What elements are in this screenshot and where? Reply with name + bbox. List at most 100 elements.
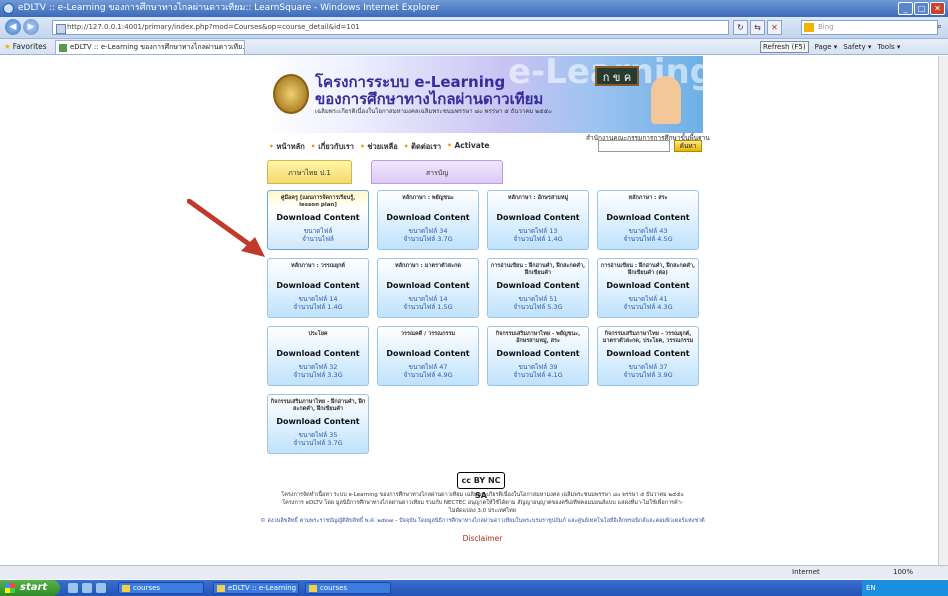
card-title: หลักภาษา : มาตราตัวสะกด: [395, 263, 461, 269]
card-file-count: จำนวนไฟล์ 4.1G: [513, 371, 563, 379]
maximize-button[interactable]: □: [914, 2, 929, 15]
nav-activate[interactable]: Activate: [447, 141, 489, 153]
download-content-button[interactable]: Download Content: [268, 212, 368, 223]
quick-launch-explorer-icon[interactable]: [96, 583, 106, 593]
security-zone: Internet: [792, 568, 820, 576]
card-file-count: จำนวนไฟล์ 3.7G: [403, 235, 453, 243]
page-menu[interactable]: Page ▾: [815, 39, 838, 55]
refresh-button[interactable]: Refresh (F5): [760, 41, 809, 53]
banner-tagline: เฉลิมพระเกียรติเนื่องในโอกาสมหามงคลเฉลิม…: [315, 108, 552, 115]
site-search-input[interactable]: [598, 140, 670, 152]
nav-home[interactable]: หน้าหลัก: [269, 141, 304, 153]
card-file-count: จำนวนไฟล์ 3.3G: [293, 371, 343, 379]
forward-button[interactable]: ▶: [23, 19, 39, 35]
course-card[interactable]: หลักภาษา : วรรณยุกต์ Download Content ขน…: [267, 258, 369, 318]
card-file-size: ขนาดไฟล์ 34: [408, 227, 448, 235]
close-button[interactable]: ✕: [930, 2, 945, 15]
student-image: [651, 76, 681, 124]
taskbar-item[interactable]: courses: [305, 582, 391, 594]
nav-contact[interactable]: ติดต่อเรา: [404, 141, 441, 153]
course-card[interactable]: หลักภาษา : พยัญชนะ Download Content ขนาด…: [377, 190, 479, 250]
course-card[interactable]: คู่มือครู [แผนการจัดการเรียนรู้, lesson …: [267, 190, 369, 250]
course-card[interactable]: ประโยค Download Content ขนาดไฟล์ 32 จำนว…: [267, 326, 369, 386]
compat-icon[interactable]: ⇆: [750, 20, 765, 35]
vertical-scrollbar[interactable]: [938, 56, 948, 565]
card-title: การอ่านเขียน : ฝึกอ่านคำ, ฝึกสะกดคำ, ฝึก…: [600, 263, 696, 276]
annotation-arrow-icon: [187, 199, 265, 257]
nav-about[interactable]: เกี่ยวกับเรา: [311, 141, 354, 153]
course-card[interactable]: หลักภาษา : อักษรสามหมู่ Download Content…: [487, 190, 589, 250]
download-content-button[interactable]: Download Content: [488, 348, 588, 359]
download-content-button[interactable]: Download Content: [378, 212, 478, 223]
course-card[interactable]: วรรณคดี / วรรณกรรม Download Content ขนาด…: [377, 326, 479, 386]
command-bar: Refresh (F5) Page ▾ Safety ▾ Tools ▾: [760, 39, 900, 55]
tab-contents[interactable]: สารบัญ: [371, 160, 503, 184]
course-card[interactable]: กิจกรรมเสริมภาษาไทย - ฝึกอ่านคำ, ฝึกสะกด…: [267, 394, 369, 454]
download-content-button[interactable]: Download Content: [268, 416, 368, 427]
window-controls: _ □ ✕: [898, 2, 945, 15]
quick-launch-ie-icon[interactable]: [68, 583, 78, 593]
creative-commons-badge[interactable]: cc BY NC SA: [457, 472, 505, 500]
card-file-count: จำนวนไฟล์ 3.7G: [293, 439, 343, 447]
quick-launch-media-icon[interactable]: [82, 583, 92, 593]
download-content-button[interactable]: Download Content: [488, 212, 588, 223]
ie-logo-icon: [3, 3, 14, 14]
search-input[interactable]: Bing: [801, 20, 938, 35]
start-button[interactable]: start: [0, 580, 60, 596]
tools-menu[interactable]: Tools ▾: [877, 39, 900, 55]
card-title: วรรณคดี / วรรณกรรม: [400, 331, 456, 337]
course-card[interactable]: การอ่านเขียน : ฝึกอ่านคำ, ฝึกสะกดคำ, ฝึก…: [487, 258, 589, 318]
safety-menu[interactable]: Safety ▾: [843, 39, 871, 55]
card-file-size: ขนาดไฟล์ 41: [628, 295, 668, 303]
status-bar: Internet 100%: [0, 565, 948, 579]
footer-copyright[interactable]: © สงวนลิขสิทธิ์ ตามพระราชบัญญัติลิขสิทธิ…: [255, 518, 710, 525]
taskbar-item[interactable]: eDLTV :: e-Learning ...: [213, 582, 299, 594]
footer-line-3: ไม่ดัดแปลง 3.0 ประเทศไทย: [449, 508, 516, 514]
download-content-button[interactable]: Download Content: [488, 280, 588, 291]
search-go-icon[interactable]: ⌕: [937, 20, 947, 35]
minimize-button[interactable]: _: [898, 2, 913, 15]
zoom-level[interactable]: 100%: [893, 566, 913, 579]
download-content-button[interactable]: Download Content: [598, 212, 698, 223]
card-file-count: จำนวนไฟล์ 3.9G: [623, 371, 673, 379]
download-content-button[interactable]: Download Content: [268, 280, 368, 291]
site-banner: e-Learning โครงการระบบ e-Learning ของการ…: [263, 56, 703, 133]
chalkboard-image: ก ข ค: [595, 66, 639, 86]
back-button[interactable]: ◀: [5, 19, 21, 35]
card-file-count: จำนวนไฟล์ 1.4G: [513, 235, 563, 243]
taskbar-item[interactable]: courses: [118, 582, 204, 594]
favorites-button[interactable]: Favorites: [4, 39, 47, 55]
course-card[interactable]: กิจกรรมเสริมภาษาไทย - พยัญชนะ, อักษรสามห…: [487, 326, 589, 386]
url-input[interactable]: http://127.0.0.1:4001/primary/index.php?…: [52, 20, 729, 35]
card-title: ประโยค: [308, 331, 328, 337]
course-card[interactable]: การอ่านเขียน : ฝึกอ่านคำ, ฝึกสะกดคำ, ฝึก…: [597, 258, 699, 318]
quick-launch: [68, 583, 106, 593]
download-content-button[interactable]: Download Content: [598, 348, 698, 359]
download-content-button[interactable]: Download Content: [378, 280, 478, 291]
card-file-size: ขนาดไฟล์ 47: [408, 363, 448, 371]
refresh-icon[interactable]: ↻: [733, 20, 748, 35]
card-file-count: จำนวนไฟล์ 1.4G: [293, 303, 343, 311]
card-file-count: จำนวนไฟล์ 5.3G: [513, 303, 563, 311]
tab-thai-p1[interactable]: ภาษาไทย ป.1: [267, 160, 352, 184]
course-card[interactable]: หลักภาษา : มาตราตัวสะกด Download Content…: [377, 258, 479, 318]
download-content-button[interactable]: Download Content: [268, 348, 368, 359]
card-file-size: ขนาดไฟล์ 37: [628, 363, 668, 371]
card-title: กิจกรรมเสริมภาษาไทย - ฝึกอ่านคำ, ฝึกสะกด…: [270, 399, 366, 412]
card-file-count: จำนวนไฟล์ 4.9G: [403, 371, 453, 379]
disclaimer-link[interactable]: Disclaimer: [255, 534, 710, 543]
download-content-button[interactable]: Download Content: [378, 348, 478, 359]
stop-icon[interactable]: ✕: [767, 20, 782, 35]
card-title: กิจกรรมเสริมภาษาไทย - วรรณยุกต์, มาตราตั…: [602, 331, 694, 344]
address-bar: ◀ ▶ http://127.0.0.1:4001/primary/index.…: [0, 17, 948, 39]
course-card[interactable]: กิจกรรมเสริมภาษาไทย - วรรณยุกต์, มาตราตั…: [597, 326, 699, 386]
system-tray[interactable]: EN: [862, 580, 948, 596]
card-file-count: จำนวนไฟล์: [302, 235, 334, 243]
nav-help[interactable]: ช่วยเหลือ: [360, 141, 397, 153]
site-search-button[interactable]: ค้นหา: [674, 140, 702, 152]
card-file-size: ขนาดไฟล์ 39: [518, 363, 558, 371]
download-content-button[interactable]: Download Content: [598, 280, 698, 291]
card-title: หลักภาษา : พยัญชนะ: [402, 195, 454, 201]
browser-tab[interactable]: eDLTV :: e-Learning ของการศึกษาทางไกลผ่า…: [55, 40, 245, 54]
course-card[interactable]: หลักภาษา : สระ Download Content ขนาดไฟล์…: [597, 190, 699, 250]
